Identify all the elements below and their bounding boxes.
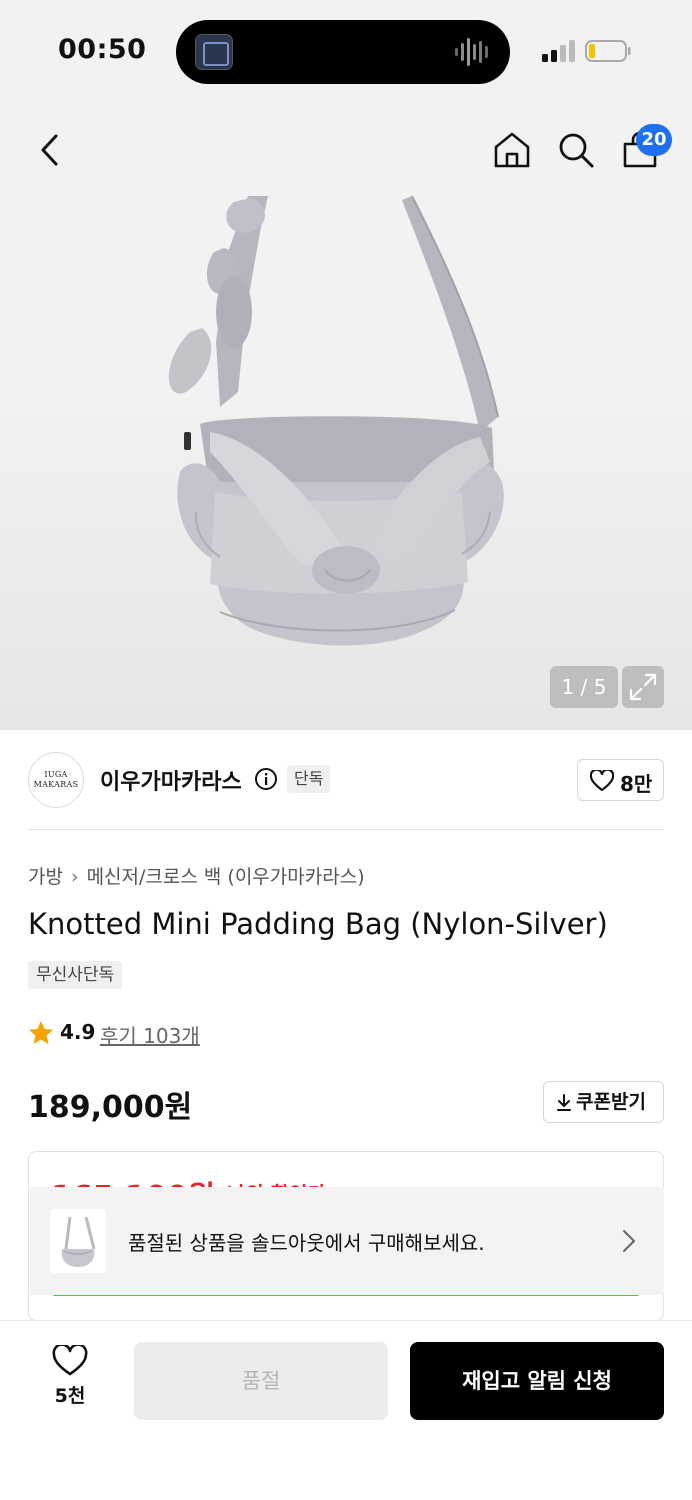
restock-alert-button[interactable]: 재입고 알림 신청 — [410, 1342, 664, 1420]
breadcrumb: 가방 › 메신저/크로스 백 (이우가마카라스) — [28, 862, 365, 889]
soldout-thumbnail — [50, 1209, 106, 1273]
heart-icon — [52, 1345, 88, 1376]
heart-icon — [590, 770, 614, 792]
product-image[interactable] — [150, 192, 520, 662]
coupon-button-label: 쿠폰받기 — [576, 1091, 646, 1113]
image-counter: 1 / 5 — [550, 666, 618, 708]
info-icon[interactable] — [254, 767, 278, 791]
brand-logo-line1: IUGA — [44, 770, 68, 779]
musinsa-exclusive-tag: 무신사단독 — [28, 961, 123, 989]
signal-icon — [542, 40, 575, 62]
search-icon[interactable] — [556, 130, 596, 170]
soldout-banner-text: 품절된 상품을 솔드아웃에서 구매해보세요. — [128, 1231, 485, 1255]
download-icon — [557, 1094, 571, 1111]
brand-like-button[interactable]: 8만 — [577, 759, 664, 801]
battery-icon — [585, 40, 631, 62]
expand-button[interactable] — [622, 666, 664, 708]
back-chevron-left-icon[interactable] — [38, 134, 62, 166]
product-price: 189,000원 — [28, 1090, 193, 1125]
bag-thumbnail-image — [61, 1216, 96, 1267]
soldout-banner[interactable]: 품절된 상품을 솔드아웃에서 구매해보세요. — [30, 1187, 664, 1295]
wishlist-count: 5천 — [54, 1385, 86, 1407]
chevron-right-icon — [623, 1230, 635, 1252]
breadcrumb-subcategory[interactable]: 메신저/크로스 백 (이우가마카라스) — [87, 866, 365, 888]
divider — [28, 829, 664, 830]
now-playing-thumbnail — [195, 34, 233, 70]
status-time: 00:50 — [58, 34, 147, 65]
cart-count-badge: 20 — [636, 124, 672, 156]
dynamic-island — [176, 20, 510, 84]
brand-like-count: 8만 — [620, 772, 653, 796]
brand-name[interactable]: 이우가마카라스 — [100, 764, 242, 796]
reviews-link[interactable]: 후기 103개 — [100, 1020, 200, 1049]
wishlist-button[interactable]: 5천 — [40, 1345, 100, 1415]
product-gallery: 00:50 20 1 / 5 — [0, 0, 692, 730]
breadcrumb-category[interactable]: 가방 — [28, 866, 63, 888]
chevron-right-icon: › — [70, 866, 79, 888]
home-icon[interactable] — [492, 130, 532, 170]
star-icon — [29, 1021, 53, 1044]
product-title: Knotted Mini Padding Bag (Nylon-Silver) — [28, 907, 608, 941]
brand-logo-line2: MAKARAS — [33, 780, 79, 789]
audio-wave-icon — [455, 38, 488, 66]
coupon-button[interactable]: 쿠폰받기 — [543, 1081, 664, 1123]
soldout-button[interactable]: 품절 — [134, 1342, 388, 1420]
brand-exclusive-tag: 단독 — [287, 765, 331, 793]
brand-logo[interactable]: IUGA MAKARAS — [28, 752, 84, 808]
bottom-action-bar: 5천 품절 재입고 알림 신청 — [0, 1320, 692, 1500]
rating-value: 4.9 — [60, 1020, 96, 1044]
expand-icon — [629, 673, 657, 701]
